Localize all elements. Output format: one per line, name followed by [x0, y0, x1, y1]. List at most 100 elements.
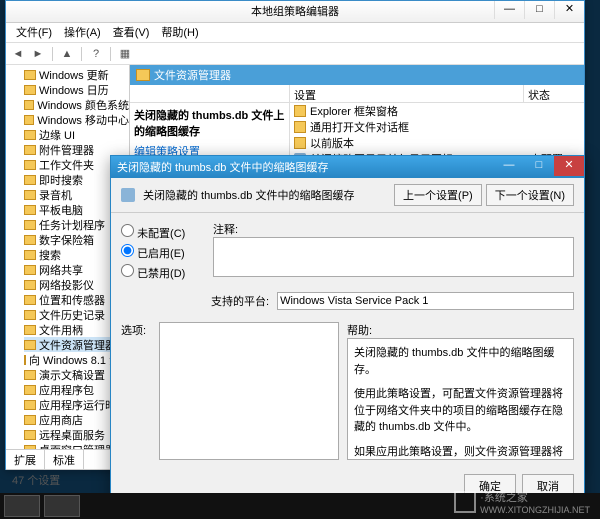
menu-file[interactable]: 文件(F) — [10, 25, 58, 40]
folder-icon — [24, 370, 36, 380]
folder-icon — [24, 265, 36, 275]
policy-name: 关闭隐藏的 thumbs.db 文件上的缩略图缓存 — [134, 107, 285, 139]
help-icon[interactable]: ? — [88, 46, 104, 62]
radio-unconfigured[interactable]: 未配置(C) — [121, 224, 201, 241]
dialog-title: 关闭隐藏的 thumbs.db 文件中的缩略图缓存 — [117, 159, 328, 175]
content-title: 文件资源管理器 — [154, 67, 231, 83]
folder-icon — [294, 137, 306, 149]
radio-disabled[interactable]: 已禁用(D) — [121, 264, 201, 281]
help-paragraph: 如果应用此策略设置，则文件资源管理器将不会创建、读取或写入 thumbs.db … — [354, 444, 567, 461]
folder-icon — [24, 235, 36, 245]
folder-icon — [24, 280, 36, 290]
folder-icon — [24, 205, 36, 215]
tree-item-label: Windows 更新 — [39, 67, 109, 83]
toolbar-separator — [52, 47, 53, 61]
list-item[interactable]: Explorer 框架窗格 — [290, 103, 584, 119]
tree-item[interactable]: 边缘 UI — [24, 127, 129, 142]
window-title: 本地组策略编辑器 — [251, 6, 339, 18]
maximize-button[interactable]: □ — [524, 1, 554, 19]
tree-item-label: 录音机 — [39, 187, 72, 203]
dialog-minimize-button[interactable]: — — [494, 156, 524, 176]
list-item[interactable]: 以前版本 — [290, 135, 584, 151]
watermark: ·系统之家 WWW.XITONGZHIJIA.NET — [454, 489, 590, 515]
folder-icon — [24, 400, 36, 410]
window-title-bar[interactable]: 本地组策略编辑器 — □ ✕ — [6, 1, 584, 23]
help-paragraph: 使用此策略设置，可配置文件资源管理器将位于网络文件夹中的项目的缩略图缓存在隐藏的… — [354, 386, 567, 436]
comment-textarea[interactable] — [213, 237, 574, 277]
toolbar-separator — [81, 47, 82, 61]
folder-icon — [24, 145, 36, 155]
supported-value — [277, 292, 574, 310]
prev-setting-button[interactable]: 上一个设置(P) — [394, 184, 482, 206]
close-button[interactable]: ✕ — [554, 1, 584, 19]
tree-item-label: Windows 移动中心 — [37, 112, 129, 128]
back-icon[interactable]: ◄ — [10, 46, 26, 62]
up-icon[interactable]: ▲ — [59, 46, 75, 62]
dialog-policy-label: 关闭隐藏的 thumbs.db 文件中的缩略图缓存 — [143, 187, 354, 203]
folder-icon — [294, 121, 306, 133]
folder-icon — [24, 160, 36, 170]
tree-item-label: 网络投影仪 — [39, 277, 94, 293]
tree-item[interactable]: Windows 移动中心 — [24, 112, 129, 127]
tree-item[interactable]: Windows 日历 — [24, 82, 129, 97]
folder-icon — [24, 385, 36, 395]
supported-label: 支持的平台: — [211, 293, 269, 309]
tree-item-label: 应用程序包 — [39, 382, 94, 398]
folder-icon — [24, 415, 36, 425]
col-setting[interactable]: 设置 — [290, 85, 524, 102]
options-label: 选项: — [121, 322, 151, 338]
menu-help[interactable]: 帮助(H) — [155, 25, 204, 40]
tree-item-label: 即时搜索 — [39, 172, 83, 188]
radio-enabled[interactable]: 已启用(E) — [121, 244, 201, 261]
tree-item-label: 演示文稿设置 — [39, 367, 105, 383]
dialog-maximize-button[interactable]: □ — [524, 156, 554, 176]
folder-icon — [24, 175, 36, 185]
tree-item-label: 数字保险箱 — [39, 232, 94, 248]
tree-item-label: 任务计划程序 — [39, 217, 105, 233]
filter-icon[interactable]: ▦ — [117, 46, 133, 62]
toolbar-separator — [110, 47, 111, 61]
folder-icon — [24, 430, 36, 440]
tree-item-label: 应用商店 — [39, 412, 83, 428]
tab-extended[interactable]: 扩展 — [6, 450, 45, 469]
folder-icon — [24, 250, 36, 260]
folder-icon — [24, 130, 36, 140]
item-text: 以前版本 — [310, 135, 530, 151]
column-headers: 设置 状态 — [130, 85, 584, 103]
folder-icon — [24, 325, 36, 335]
tab-standard[interactable]: 标准 — [45, 450, 84, 469]
tree-item[interactable]: Windows 更新 — [24, 67, 129, 82]
item-text: Explorer 框架窗格 — [310, 103, 530, 119]
folder-icon — [24, 295, 36, 305]
comment-label: 注释: — [213, 221, 574, 237]
dialog-title-bar[interactable]: 关闭隐藏的 thumbs.db 文件中的缩略图缓存 — □ ✕ — [111, 156, 584, 178]
tree-item-label: 远程桌面服务 — [39, 427, 105, 443]
folder-icon — [24, 85, 36, 95]
tree-item-label: 文件资源管理器 — [39, 337, 116, 353]
taskbar-item[interactable] — [44, 495, 80, 517]
menu-view[interactable]: 查看(V) — [107, 25, 156, 40]
forward-icon[interactable]: ► — [30, 46, 46, 62]
content-header: 文件资源管理器 — [130, 65, 584, 85]
tree-item-label: 工作文件夹 — [39, 157, 94, 173]
folder-icon — [24, 220, 36, 230]
folder-icon — [24, 340, 36, 350]
help-box: 关闭隐藏的 thumbs.db 文件中的缩略图缓存。使用此策略设置，可配置文件资… — [347, 338, 574, 460]
list-item[interactable]: 通用打开文件对话框 — [290, 119, 584, 135]
taskbar-item[interactable] — [4, 495, 40, 517]
tree-item-label: Windows 颜色系统 — [37, 97, 129, 113]
tree-item[interactable]: Windows 颜色系统 — [24, 97, 129, 112]
tree-item-label: 边缘 UI — [39, 127, 75, 143]
menu-action[interactable]: 操作(A) — [58, 25, 107, 40]
minimize-button[interactable]: — — [494, 1, 524, 19]
folder-icon — [24, 190, 36, 200]
folder-icon — [24, 70, 36, 80]
next-setting-button[interactable]: 下一个设置(N) — [486, 184, 574, 206]
dialog-close-button[interactable]: ✕ — [554, 156, 584, 176]
watermark-url: WWW.XITONGZHIJIA.NET — [480, 505, 590, 515]
folder-icon — [24, 355, 26, 365]
col-state[interactable]: 状态 — [524, 85, 584, 102]
item-text: 通用打开文件对话框 — [310, 119, 530, 135]
tree-item-label: 位置和传感器 — [39, 292, 105, 308]
tree-item-label: 搜索 — [39, 247, 61, 263]
